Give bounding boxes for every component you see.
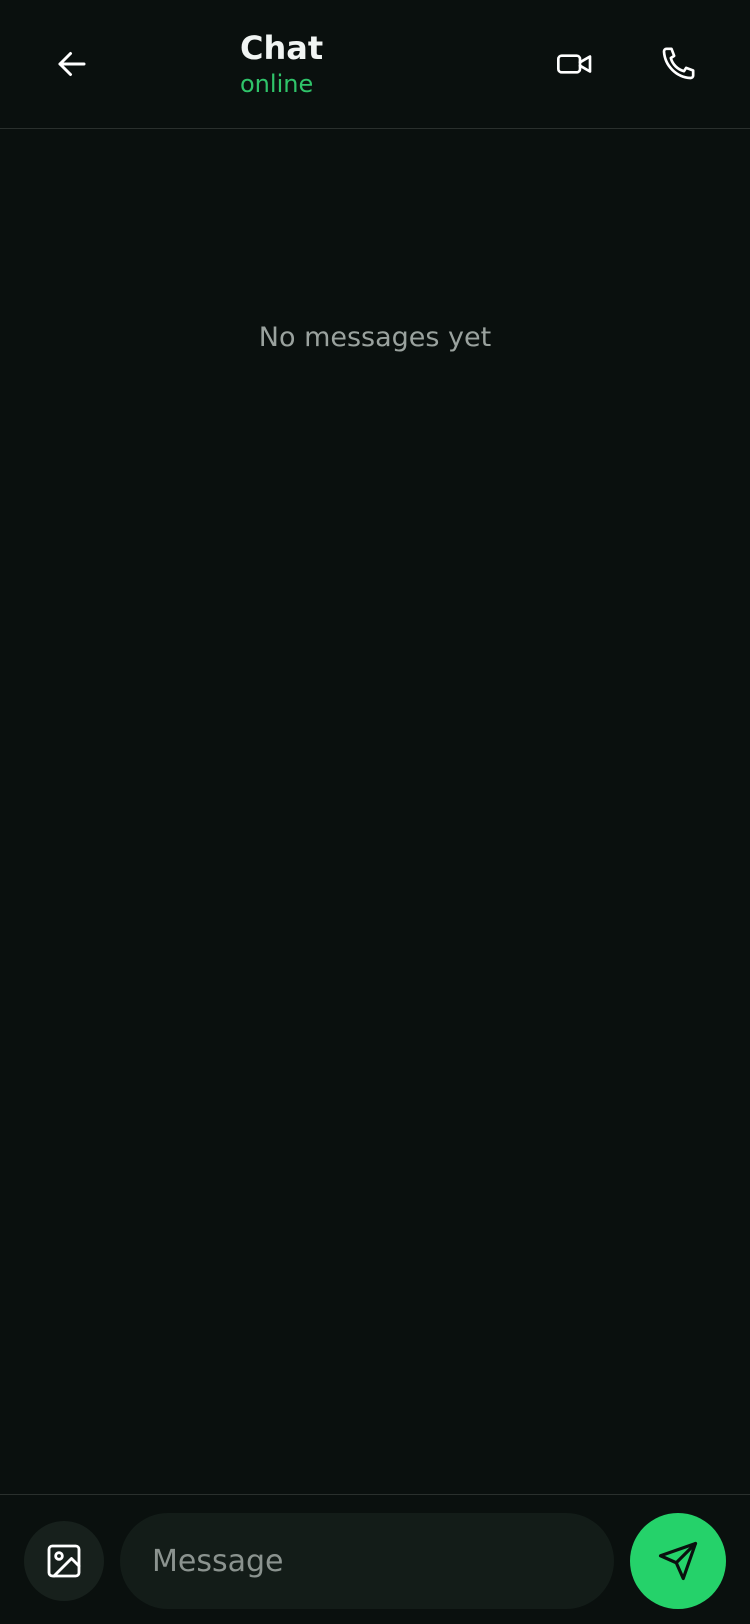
back-button[interactable]	[48, 40, 96, 88]
message-input[interactable]	[120, 1513, 614, 1609]
image-icon	[47, 1544, 81, 1578]
attach-image-button[interactable]	[24, 1521, 104, 1601]
send-icon	[658, 1541, 698, 1581]
send-button[interactable]	[630, 1513, 726, 1609]
page-title: Chat	[240, 29, 324, 67]
phone-icon	[662, 47, 695, 80]
chat-title-block: Chat online	[240, 26, 323, 98]
chat-header: Chat online	[0, 0, 750, 129]
chat-screen: Chat online No messages yet	[0, 0, 750, 1624]
status-text: online	[240, 70, 314, 98]
video-call-button[interactable]	[550, 40, 600, 88]
arrow-left-icon	[58, 52, 86, 76]
empty-state-text: No messages yet	[258, 322, 492, 353]
message-composer	[0, 1494, 750, 1624]
voice-call-button[interactable]	[654, 38, 704, 88]
video-camera-icon	[557, 54, 592, 74]
